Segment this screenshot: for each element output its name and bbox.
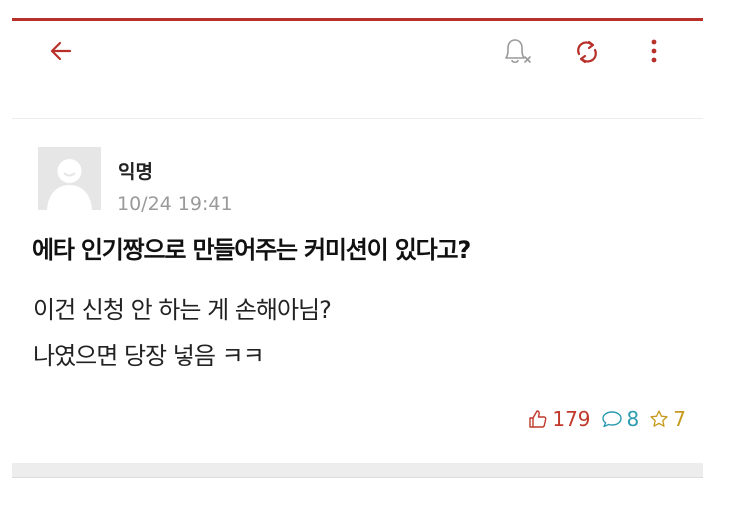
scrap-button[interactable]: 7	[649, 407, 686, 431]
avatar	[38, 147, 101, 210]
section-separator	[12, 463, 703, 477]
scrap-count: 7	[673, 407, 686, 431]
bell-off-icon[interactable]	[500, 35, 534, 67]
like-button[interactable]: 179	[528, 407, 591, 431]
comment-icon	[601, 411, 622, 428]
divider	[12, 477, 703, 478]
header-divider	[12, 118, 703, 119]
refresh-icon[interactable]	[570, 36, 604, 68]
thumbs-up-icon	[529, 410, 547, 428]
post-body-line: 나였으면 당장 넣음 ㅋㅋ	[33, 342, 265, 370]
post-time: 10/24 19:41	[117, 193, 233, 215]
back-arrow-icon[interactable]	[48, 38, 74, 64]
more-vertical-icon[interactable]	[644, 35, 664, 67]
comment-button[interactable]: 8	[601, 407, 640, 431]
like-count: 179	[552, 407, 591, 431]
author-name: 익명	[118, 161, 153, 183]
post-stats: 179 8 7	[518, 407, 686, 431]
post-body-line: 이건 신청 안 하는 게 손해아님?	[33, 296, 332, 324]
star-icon	[650, 410, 668, 427]
post-title: 에타 인기짱으로 만들어주는 커미션이 있다고?	[32, 236, 471, 264]
comment-count: 8	[626, 407, 640, 431]
